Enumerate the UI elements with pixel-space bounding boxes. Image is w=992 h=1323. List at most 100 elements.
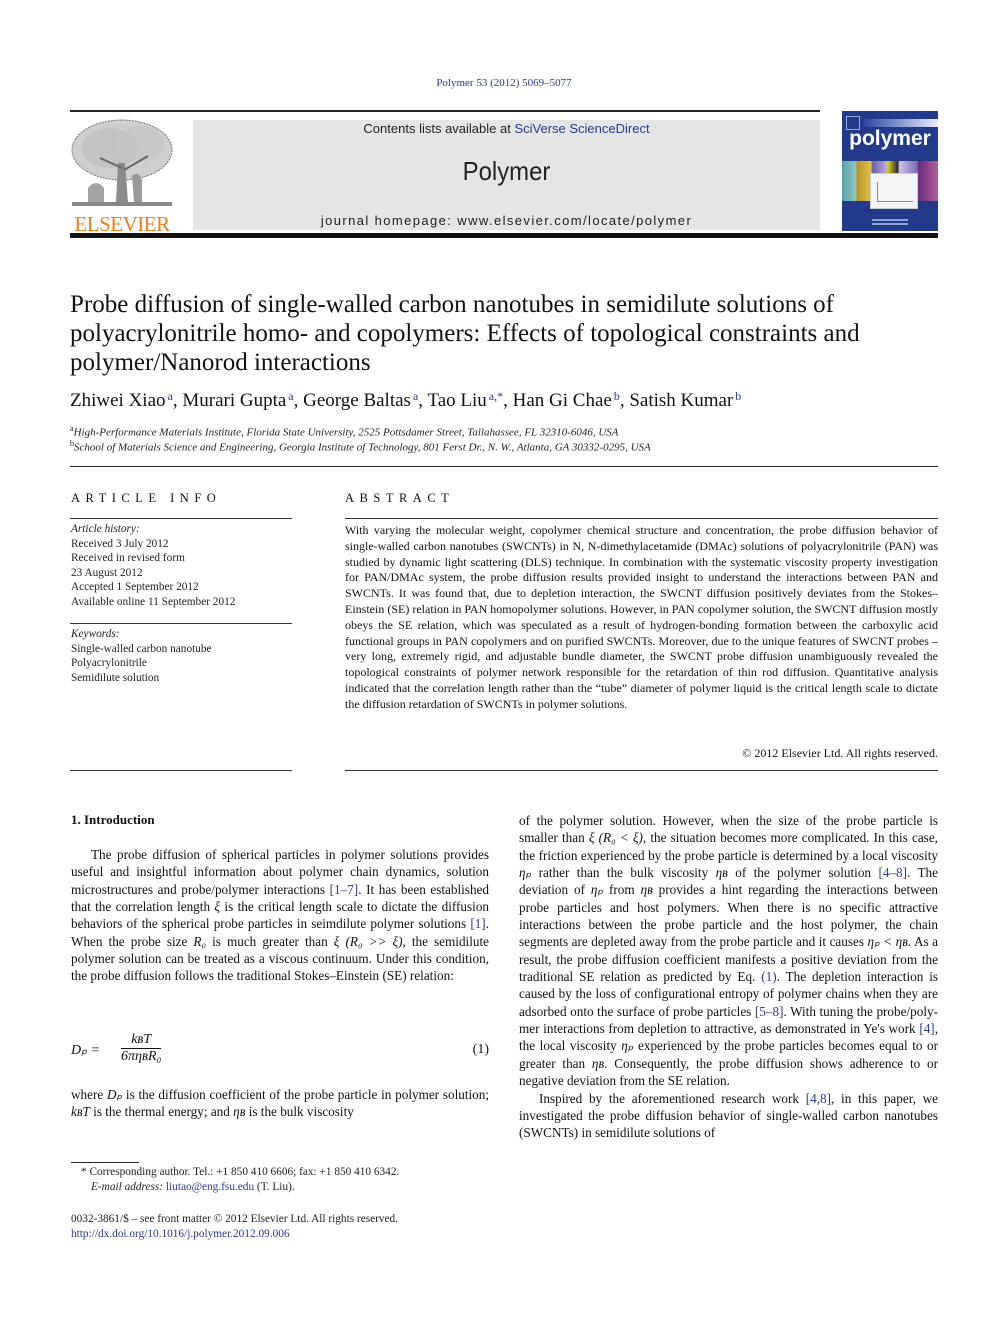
citation-link[interactable]: [4] [919, 1021, 934, 1036]
divider [345, 770, 938, 771]
keyword: Single-walled carbon nanotube [71, 642, 212, 655]
author-name: Zhiwei Xiao [70, 390, 166, 411]
corresponding-author: * Corresponding author. Tel.: +1 850 410… [81, 1166, 400, 1178]
keywords-label: Keywords: [71, 628, 120, 640]
header-rule [70, 110, 820, 112]
math-symbol: ηʙ [233, 1104, 246, 1120]
tree-icon [71, 119, 173, 206]
citation-link[interactable]: [1] [470, 916, 485, 931]
keyword: Semidilute solution [71, 671, 160, 684]
contents-prefix: Contents lists available at [363, 121, 515, 136]
footnote-rule [71, 1162, 139, 1163]
separator: , [503, 390, 513, 411]
keywords: Keywords: Single-walled carbon nanotube … [71, 627, 293, 685]
author-list: Zhiwei Xiao a, Murari Gupta a, George Balt… [70, 389, 940, 412]
email-suffix: (T. Liu). [254, 1181, 295, 1193]
affiliation-b: bSchool of Materials Science and Enginee… [70, 439, 940, 454]
article-info-heading: ARTICLE INFO [71, 491, 222, 505]
math-symbol: ηₚ < ηʙ [867, 934, 908, 950]
citation-link[interactable]: [4,8] [806, 1091, 831, 1106]
section-divider [70, 466, 938, 467]
journal-homepage[interactable]: journal homepage: www.elsevier.com/locat… [193, 213, 820, 228]
history-item: Accepted 1 September 2012 [71, 581, 199, 593]
history-label: Article history: [71, 523, 140, 535]
issn-line: 0032-3861/$ – see front matter © 2012 El… [71, 1213, 399, 1225]
journal-citation[interactable]: Polymer 53 (2012) 5069–5077 [0, 77, 992, 89]
email-link[interactable]: liutao@eng.fsu.edu [166, 1181, 254, 1193]
separator: , [619, 390, 630, 411]
journal-name: Polymer [462, 156, 551, 186]
math-symbol: R₀ [193, 933, 207, 949]
email-label: E-mail address: [91, 1181, 166, 1193]
cover-title: polymer [849, 127, 931, 150]
text-run: of the polymer solution [727, 865, 879, 881]
text-run: is the bulk viscosity [245, 1104, 354, 1120]
contents-availability: Contents lists available at SciVerse Sci… [193, 121, 820, 136]
keyword: Polyacrylonitrile [71, 657, 147, 669]
author-affiliation-marker[interactable]: b [735, 389, 741, 403]
journal-cover-image: polymer [842, 111, 938, 231]
equation-denominator: 6πηʙR₀ [121, 1049, 162, 1064]
abstract-copyright: © 2012 Elsevier Ltd. All rights reserved… [742, 746, 938, 760]
intro-paragraph: of the polymer solution. However, when t… [519, 812, 938, 1090]
introduction-heading: 1. Introduction [71, 812, 155, 827]
math-symbol: ηʙ [591, 1055, 605, 1071]
history-item: Received in revised form [71, 552, 185, 564]
text-run: rather than the bulk viscosity [531, 865, 716, 881]
corresponding-author-footnote: * Corresponding author. Tel.: +1 850 410… [71, 1165, 501, 1195]
author-affiliation-marker[interactable]: a,* [489, 389, 503, 403]
citation-link[interactable]: (1) [761, 969, 776, 984]
citation-link[interactable]: [5–8] [755, 1004, 784, 1019]
cover-footer-lines [872, 219, 908, 221]
history-item: Available online 11 September 2012 [71, 595, 236, 608]
equation-1: Dₚ = kʙT 6πηʙR₀ (1) [71, 1032, 489, 1072]
author-name: Tao Liu [427, 390, 487, 411]
author-name: Satish Kumar [629, 390, 734, 411]
intro-paragraph: where Dₚ is the diffusion coefficient of… [71, 1086, 489, 1121]
equation-fraction: kʙT 6πηʙR₀ [121, 1032, 162, 1065]
article-history: Article history: Received 3 July 2012 Re… [71, 522, 293, 609]
math-symbol: ξ (R₀ < ξ) [588, 830, 643, 846]
equation-numerator: kʙT [121, 1032, 162, 1049]
author-name: George Baltas [303, 390, 411, 411]
math-symbol: ηₚ [621, 1038, 634, 1054]
text-run: is the diffusion coefficient of the prob… [122, 1087, 489, 1102]
math-symbol: ηₚ [519, 865, 532, 881]
math-symbol: kʙT [71, 1104, 90, 1120]
text-run: is much greater than [206, 933, 334, 949]
equation-lhs: Dₚ = [71, 1043, 101, 1058]
equation-number: (1) [472, 1042, 489, 1057]
author-name: Murari Gupta [182, 390, 287, 411]
affiliation-a: aHigh-Performance Materials Institute, F… [70, 424, 940, 439]
abstract-heading: ABSTRACT [345, 491, 455, 505]
citation-link[interactable]: [4–8] [878, 865, 907, 880]
text-run: from [603, 882, 641, 898]
text-run: where [71, 1087, 107, 1102]
citation-link[interactable]: [1–7] [330, 882, 359, 897]
divider [70, 623, 292, 624]
math-symbol: ηₚ [590, 882, 604, 898]
intro-paragraph: Inspired by the aforementioned research … [519, 1090, 938, 1142]
math-symbol: Dₚ [106, 1087, 123, 1102]
cover-chart-icon [870, 173, 918, 209]
masthead-bottom-rule [70, 233, 938, 238]
front-matter: 0032-3861/$ – see front matter © 2012 El… [71, 1212, 491, 1242]
math-symbol: ηʙ [640, 882, 653, 898]
article-title: Probe diffusion of single-walled carbon … [70, 291, 860, 376]
intro-paragraph: The probe diffusion of spherical particl… [71, 846, 489, 985]
doi-link[interactable]: http://dx.doi.org/10.1016/j.polymer.2012… [71, 1227, 491, 1242]
text-run: Inspired by the aforementioned research … [539, 1090, 806, 1106]
text-run: is the thermal energy; and [89, 1104, 234, 1120]
sciencedirect-link[interactable]: SciVerse ScienceDirect [514, 121, 649, 136]
divider [345, 518, 938, 519]
math-symbol: ξ (R₀ >> ξ) [333, 933, 403, 949]
math-symbol: ηʙ [715, 865, 728, 881]
divider [70, 518, 292, 519]
separator: , [172, 390, 183, 411]
body-column-2: of the polymer solution. However, when t… [519, 812, 938, 1142]
history-item: 23 August 2012 [71, 566, 143, 579]
history-item: Received 3 July 2012 [71, 537, 169, 550]
separator: , [293, 390, 304, 411]
cover-stripe [864, 119, 938, 127]
divider [70, 770, 292, 771]
